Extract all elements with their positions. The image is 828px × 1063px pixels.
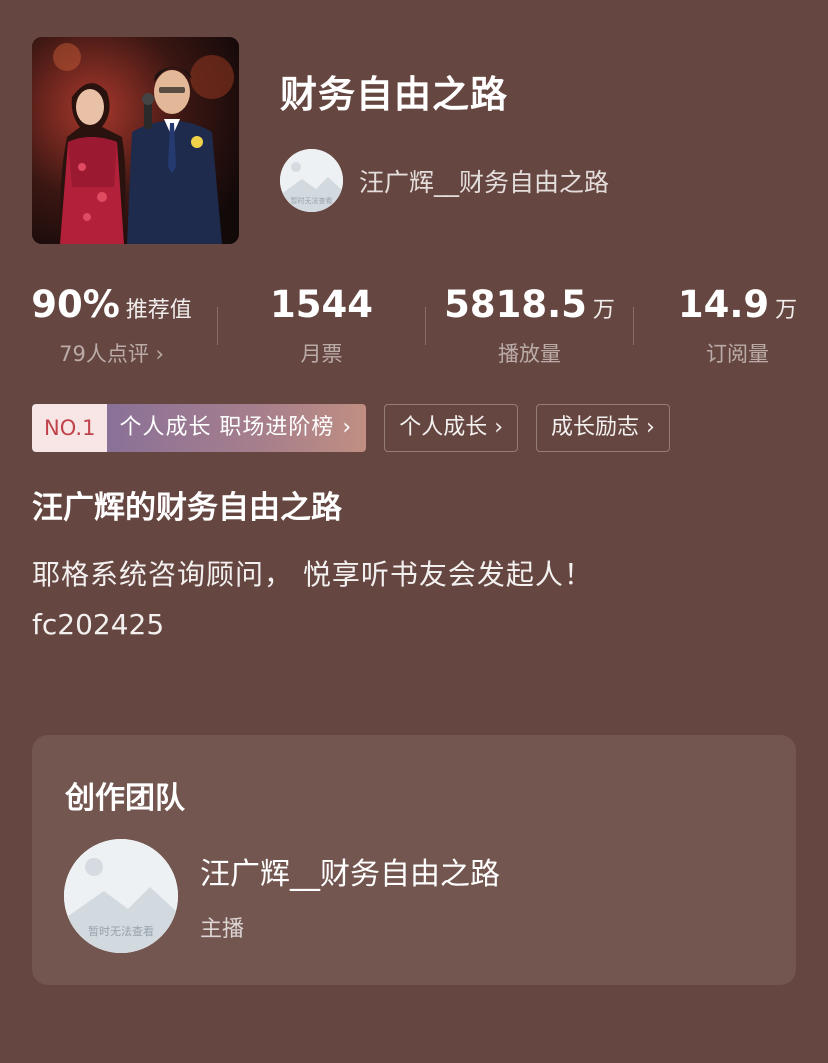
member-avatar-placeholder-text: 暂时无法查看 [88, 924, 154, 938]
tag-row: NO.1 个人成长 职场进阶榜 › 个人成长 › 成长励志 › [32, 404, 670, 452]
stat-plays: 5818.5 万 播放量 [426, 282, 633, 368]
rank-tag[interactable]: NO.1 个人成长 职场进阶榜 › [32, 404, 367, 452]
album-title: 财务自由之路 [280, 73, 508, 116]
intro-description: 耶格系统咨询顾问， 悦享听书友会发起人！ [32, 558, 593, 591]
author-avatar[interactable]: 暂时无法查看 [280, 149, 343, 212]
stat-subscriptions-unit: 万 [775, 298, 798, 323]
category-tag-inspiration[interactable]: 成长励志 › [536, 404, 670, 452]
team-member[interactable]: 暂时无法查看 汪广辉__财务自由之路 主播 [64, 839, 500, 953]
stat-recommend[interactable]: 90% 推荐值 79人点评 › [8, 282, 215, 368]
rank-number: NO.1 [32, 404, 108, 452]
stat-monthly-votes-value: 1544 [270, 283, 373, 326]
stat-subscriptions-label: 订阅量 [706, 342, 769, 366]
album-cover-image[interactable] [32, 37, 239, 244]
stat-monthly-votes: 1544 月票 [218, 282, 425, 368]
stat-plays-unit: 万 [592, 298, 615, 323]
stat-monthly-votes-label: 月票 [300, 342, 343, 366]
category-tag-personal-growth[interactable]: 个人成长 › [384, 404, 519, 452]
avatar-placeholder-text: 暂时无法查看 [291, 196, 333, 205]
stat-recommend-label[interactable]: 79人点评 › [8, 338, 215, 368]
intro-code: fc202425 [32, 608, 165, 641]
stat-plays-label: 播放量 [498, 342, 561, 366]
creator-team-card: 创作团队 暂时无法查看 汪广辉__财务自由之路 主播 [32, 735, 796, 985]
stat-subscriptions-value: 14.9 [677, 283, 770, 326]
author-link[interactable]: 暂时无法查看 汪广辉__财务自由之路 [280, 149, 609, 212]
stat-subscriptions: 14.9 万 订阅量 [634, 282, 828, 368]
album-detail-page: 财务自由之路 暂时无法查看 汪广辉__财务自由之路 90% 推荐值 79人点评 ›… [0, 0, 828, 1063]
member-role: 主播 [200, 917, 245, 942]
rank-list-name: 个人成长 职场进阶榜 › [107, 404, 367, 452]
member-avatar[interactable]: 暂时无法查看 [64, 839, 178, 953]
stat-plays-value: 5818.5 [444, 283, 587, 326]
stat-recommend-value: 90% [31, 283, 120, 326]
intro-title: 汪广辉的财务自由之路 [32, 490, 342, 526]
stat-recommend-unit: 推荐值 [125, 298, 192, 323]
stats-row: 90% 推荐值 79人点评 › 1544 月票 5818.5 万 播放量 14.9 万… [0, 282, 828, 372]
author-name[interactable]: 汪广辉__财务自由之路 [359, 163, 609, 199]
team-heading: 创作团队 [65, 781, 185, 816]
member-name: 汪广辉__财务自由之路 [200, 857, 500, 892]
